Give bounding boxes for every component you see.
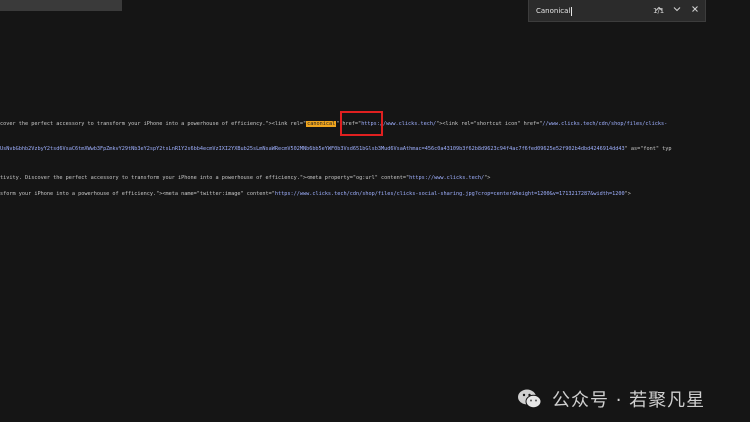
wechat-logo-icon bbox=[518, 389, 542, 409]
source-text: "> bbox=[624, 191, 631, 197]
find-next-button[interactable] bbox=[670, 3, 684, 19]
source-line-2: UsNvbGbhb2VzbyY2tsd6VsaC6tmXWwb3FpZmkvY2… bbox=[0, 145, 672, 153]
watermark: 公众号 · 若聚凡星 bbox=[516, 386, 705, 412]
source-line-1: cover the perfect accessory to transform… bbox=[0, 120, 667, 128]
search-match-highlight: canonical bbox=[306, 121, 337, 127]
source-text: sform your iPhone into a powerhouse of e… bbox=[0, 191, 275, 197]
find-prev-button[interactable] bbox=[652, 3, 666, 19]
source-text: tivity. Discover the perfect accessory t… bbox=[0, 175, 410, 181]
tab-strip bbox=[0, 0, 122, 11]
find-close-button[interactable] bbox=[688, 3, 702, 19]
find-query-text: Canonical bbox=[536, 7, 571, 15]
source-text: cover the perfect accessory to transform… bbox=[0, 121, 307, 127]
find-input[interactable]: Canonical bbox=[536, 4, 646, 18]
chevron-down-icon bbox=[673, 7, 681, 12]
source-line-4: sform your iPhone into a powerhouse of e… bbox=[0, 190, 631, 198]
source-link[interactable]: //www.clicks.tech/cdn/shop/files/clicks- bbox=[542, 121, 667, 127]
watermark-text: 公众号 · 若聚凡星 bbox=[552, 390, 706, 411]
source-text: " as="font" typ bbox=[624, 146, 672, 152]
find-bar: Canonical 1/1 bbox=[528, 0, 706, 22]
close-icon bbox=[692, 6, 698, 12]
source-text: "> bbox=[484, 175, 491, 181]
source-text: "><link rel="shortcut icon" href=" bbox=[436, 121, 543, 127]
text-caret bbox=[571, 6, 573, 16]
source-link[interactable]: https://www.clicks.tech/cdn/shop/files/c… bbox=[275, 191, 625, 197]
source-link[interactable]: https://www.clicks.tech/ bbox=[409, 175, 484, 181]
annotation-highlight-box bbox=[340, 111, 383, 136]
source-link[interactable]: UsNvbGbhb2VzbyY2tsd6VsaC6tmXWwb3FpZmkvY2… bbox=[0, 146, 625, 152]
chevron-up-icon bbox=[655, 6, 663, 11]
source-line-3: tivity. Discover the perfect accessory t… bbox=[0, 174, 490, 182]
